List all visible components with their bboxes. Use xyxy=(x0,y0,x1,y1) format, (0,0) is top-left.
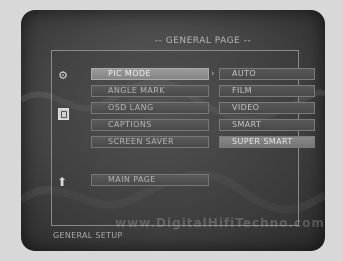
menu-item-captions[interactable]: CAPTIONS xyxy=(91,119,209,131)
menu-item-main-page[interactable]: MAIN PAGE xyxy=(91,174,209,186)
menu-item-osd-lang[interactable]: OSD LANG xyxy=(91,102,209,114)
footer-label: GENERAL SETUP xyxy=(53,231,123,240)
menu-item-screen-saver[interactable]: SCREEN SAVER xyxy=(91,136,209,148)
submenu-arrow-icon: › xyxy=(211,69,215,79)
gear-icon[interactable]: ⚙ xyxy=(57,70,69,82)
option-film[interactable]: FILM xyxy=(219,85,315,97)
page-title: -- GENERAL PAGE -- xyxy=(154,36,252,46)
option-smart[interactable]: SMART xyxy=(219,119,315,131)
watermark: www.DigitalHifiTechno.com xyxy=(115,216,325,230)
menu-item-angle-mark[interactable]: ANGLE MARK xyxy=(91,85,209,97)
up-arrow-icon[interactable]: ⬆ xyxy=(56,176,68,188)
option-super-smart[interactable]: SUPER SMART xyxy=(219,136,315,148)
option-auto[interactable]: AUTO xyxy=(219,68,315,80)
tv-screen: -- GENERAL PAGE -- ⚙ ⬆ PIC MODE ANGLE MA… xyxy=(21,10,325,251)
page-icon[interactable] xyxy=(58,108,69,120)
option-video[interactable]: VIDEO xyxy=(219,102,315,114)
menu-item-pic-mode[interactable]: PIC MODE xyxy=(91,68,209,80)
